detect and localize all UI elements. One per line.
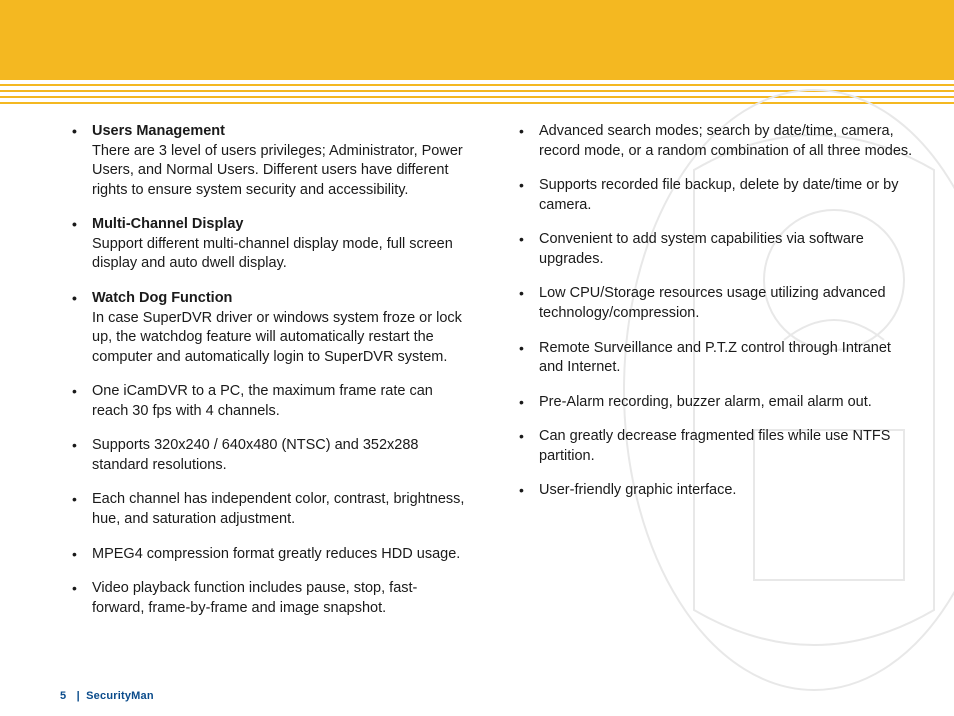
list-item: Multi-Channel DisplaySupport different m… [60, 215, 467, 274]
footer-brand: SecurityMan [86, 690, 154, 702]
list-item: Can greatly decrease fragmented files wh… [507, 427, 914, 466]
list-item: Users ManagementThere are 3 level of use… [60, 122, 467, 200]
list-item: Convenient to add system capabilities vi… [507, 230, 914, 269]
item-body: Convenient to add system capabilities vi… [539, 230, 914, 269]
feature-list-right: Advanced search modes; search by date/ti… [507, 122, 914, 501]
right-column: Advanced search modes; search by date/ti… [507, 122, 914, 633]
item-body: Support different multi-channel display … [92, 235, 467, 274]
item-body: There are 3 level of users privileges; A… [92, 142, 467, 201]
list-item: User-friendly graphic interface. [507, 481, 914, 501]
item-body: Can greatly decrease fragmented files wh… [539, 427, 914, 466]
item-body: Remote Surveillance and P.T.Z control th… [539, 339, 914, 378]
left-column: Users ManagementThere are 3 level of use… [60, 122, 467, 633]
header-band [0, 0, 954, 80]
item-body: Low CPU/Storage resources usage utilizin… [539, 284, 914, 323]
list-item: Pre-Alarm recording, buzzer alarm, email… [507, 393, 914, 413]
content-area: Users ManagementThere are 3 level of use… [0, 104, 954, 633]
list-item: One iCamDVR to a PC, the maximum frame r… [60, 382, 467, 421]
list-item: Advanced search modes; search by date/ti… [507, 122, 914, 161]
footer-separator: | [77, 690, 80, 702]
list-item: Supports 320x240 / 640x480 (NTSC) and 35… [60, 436, 467, 475]
list-item: Remote Surveillance and P.T.Z control th… [507, 339, 914, 378]
item-title: Users Management [92, 122, 467, 142]
item-title: Watch Dog Function [92, 289, 467, 309]
item-body: User-friendly graphic interface. [539, 481, 914, 501]
page-footer: 5 | SecurityMan [60, 690, 154, 702]
list-item: MPEG4 compression format greatly reduces… [60, 545, 467, 565]
page-number: 5 [60, 690, 66, 702]
item-body: One iCamDVR to a PC, the maximum frame r… [92, 382, 467, 421]
list-item: Watch Dog FunctionIn case SuperDVR drive… [60, 289, 467, 367]
item-body: Supports recorded file backup, delete by… [539, 176, 914, 215]
item-body: MPEG4 compression format greatly reduces… [92, 545, 467, 565]
item-body: In case SuperDVR driver or windows syste… [92, 309, 467, 368]
item-body: Supports 320x240 / 640x480 (NTSC) and 35… [92, 436, 467, 475]
item-body: Pre-Alarm recording, buzzer alarm, email… [539, 393, 914, 413]
item-body: Each channel has independent color, cont… [92, 490, 467, 529]
item-body: Advanced search modes; search by date/ti… [539, 122, 914, 161]
list-item: Video playback function includes pause, … [60, 579, 467, 618]
list-item: Each channel has independent color, cont… [60, 490, 467, 529]
header-stripes [0, 84, 954, 104]
feature-list-left: Users ManagementThere are 3 level of use… [60, 122, 467, 618]
item-body: Video playback function includes pause, … [92, 579, 467, 618]
list-item: Low CPU/Storage resources usage utilizin… [507, 284, 914, 323]
list-item: Supports recorded file backup, delete by… [507, 176, 914, 215]
item-title: Multi-Channel Display [92, 215, 467, 235]
